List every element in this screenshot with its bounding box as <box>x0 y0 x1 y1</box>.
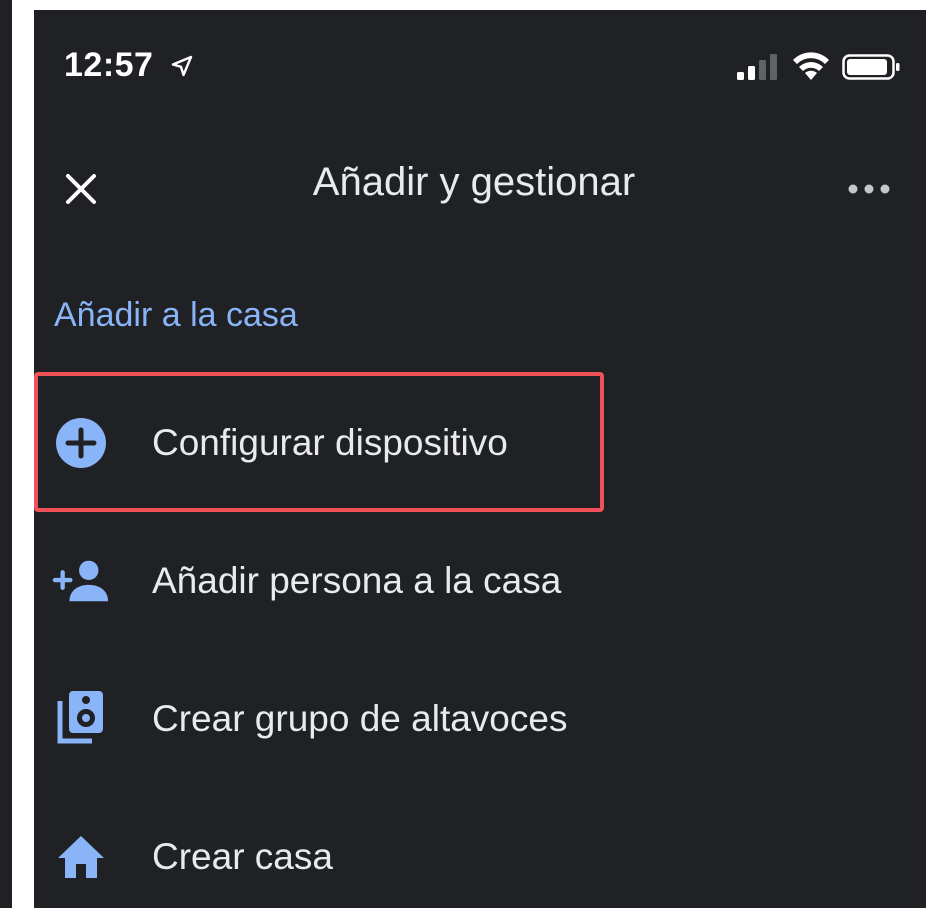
section-header: Añadir a la casa <box>54 296 298 334</box>
menu-item-label: Crear casa <box>152 836 333 877</box>
status-time: 12:57 <box>64 46 154 84</box>
more-horizontal-icon <box>848 184 890 194</box>
app-bar: Añadir y gestionar <box>34 140 926 230</box>
cellular-signal-icon <box>737 54 777 80</box>
more-options-button[interactable] <box>834 162 904 216</box>
phone-screen: 12:57 Añadir y gestionar Añadir a la cas… <box>34 10 926 908</box>
menu-item-label: Añadir persona a la casa <box>152 560 562 601</box>
close-button[interactable] <box>54 162 108 216</box>
page-title: Añadir y gestionar <box>312 160 636 204</box>
menu-item-configure-device[interactable]: Configurar dispositivo <box>34 388 926 498</box>
menu-item-label: Configurar dispositivo <box>152 422 508 463</box>
status-bar: 12:57 <box>34 10 926 110</box>
person-add-icon <box>52 552 110 610</box>
location-arrow-icon <box>171 55 193 77</box>
menu-item-create-home[interactable]: Crear casa <box>34 802 926 912</box>
speaker-group-icon <box>52 688 110 746</box>
wifi-icon <box>793 52 829 80</box>
left-edge-strip <box>0 0 12 908</box>
add-circle-icon <box>52 414 110 472</box>
home-icon <box>52 828 110 886</box>
menu-item-create-speaker-group[interactable]: Crear grupo de altavoces <box>34 664 926 774</box>
battery-icon <box>842 54 900 80</box>
menu-item-add-person[interactable]: Añadir persona a la casa <box>34 526 926 636</box>
close-icon <box>66 174 96 204</box>
menu-item-label: Crear grupo de altavoces <box>152 698 568 739</box>
